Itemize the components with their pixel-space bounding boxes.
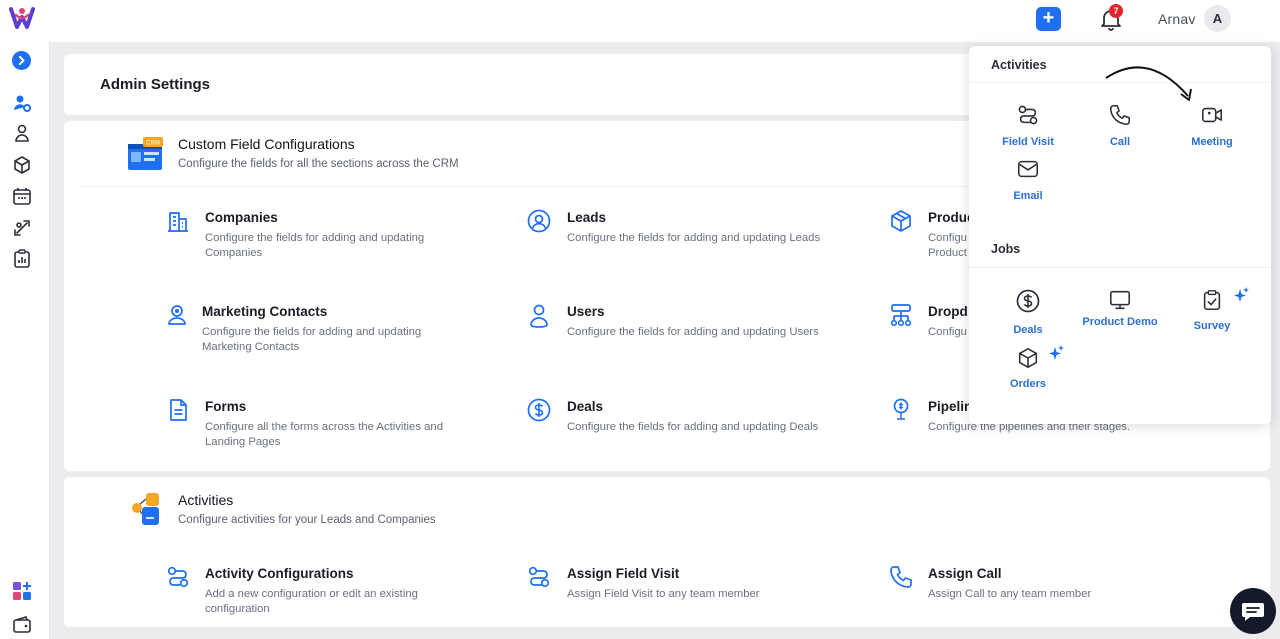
dollar-icon	[526, 397, 552, 423]
popup-item-label: Meeting	[1191, 136, 1233, 148]
video-icon	[1200, 103, 1224, 127]
item-title: Marketing Contacts	[202, 304, 328, 319]
popup-item-label: Orders	[1009, 378, 1047, 390]
item-description: Assign Field Visit to any team member	[567, 588, 760, 600]
phone-icon	[888, 564, 914, 590]
apps-icon[interactable]	[11, 580, 33, 602]
pipeline-icon	[888, 397, 914, 423]
page-title: Admin Settings	[100, 76, 211, 93]
item-title: Pipelin	[928, 399, 973, 414]
item-title: Leads	[567, 210, 607, 225]
contacts-icon[interactable]	[11, 122, 33, 144]
user-name[interactable]: Arnav	[1158, 11, 1196, 27]
chat-icon	[1242, 603, 1264, 621]
popup-item-label: Deals	[1013, 324, 1043, 336]
hierarchy-icon	[888, 302, 914, 328]
item-title: Deals	[567, 399, 604, 414]
top-bar: + 7 Arnav A	[0, 0, 1280, 42]
popup-item-label: Field Visit	[1002, 136, 1054, 148]
item-description: Configure all the forms across the Activ…	[205, 421, 443, 448]
admin-settings-icon[interactable]	[11, 92, 33, 114]
calendar-icon[interactable]	[11, 185, 33, 207]
clipboard-check-icon	[1200, 288, 1224, 312]
item-description: Configu	[928, 326, 967, 338]
sidebar	[0, 42, 50, 639]
reports-icon[interactable]	[11, 248, 33, 270]
item-title: Companies	[205, 210, 278, 225]
popup-jobs-heading: Jobs	[991, 242, 1021, 256]
curved-arrow-annotation	[1100, 58, 1200, 106]
item-description: Configure the fields for adding and upda…	[567, 421, 819, 433]
popup-activities-heading: Activities	[991, 58, 1047, 72]
item-title: Users	[567, 304, 605, 319]
sidebar-toggle-button[interactable]	[12, 51, 31, 70]
item-title: Activity Configurations	[205, 566, 354, 581]
crm-fields-icon: CRM	[127, 137, 163, 171]
user-badge-icon	[164, 302, 190, 328]
popup-item-label: Call	[1109, 136, 1131, 148]
activities-section-subtitle: Configure activities for your Leads and …	[178, 514, 436, 526]
item-description: Configure the fields for adding and upda…	[567, 326, 819, 338]
activities-section-icon	[130, 491, 162, 527]
box-icon	[1016, 346, 1040, 370]
avatar[interactable]: A	[1204, 5, 1231, 32]
box-icon	[888, 208, 914, 234]
item-description: Assign Call to any team member	[928, 588, 1092, 600]
item-description: Configu Product	[928, 232, 967, 259]
item-description: Configure the fields for adding and upda…	[202, 326, 422, 353]
products-icon[interactable]	[11, 154, 33, 176]
item-title: Assign Field Visit	[567, 566, 680, 581]
app-logo-icon[interactable]	[8, 5, 36, 33]
item-description: Configure the fields for adding and upda…	[567, 232, 821, 244]
item-title: Forms	[205, 399, 247, 414]
route-icon	[526, 564, 552, 590]
activities-section-title: Activities	[178, 492, 234, 508]
popup-item-label: Product Demo	[1082, 316, 1158, 328]
sparkle-icon	[1047, 345, 1065, 361]
user-icon	[526, 302, 552, 328]
svg-text:CRM: CRM	[146, 141, 160, 147]
integrations-icon[interactable]	[11, 217, 33, 239]
dollar-icon	[1015, 288, 1040, 313]
sparkle-icon	[1232, 287, 1250, 303]
custom-fields-title: Custom Field Configurations	[178, 136, 355, 152]
custom-fields-subtitle: Configure the fields for all the section…	[178, 158, 459, 170]
item-title: Produc	[928, 210, 975, 225]
phone-icon	[1108, 103, 1132, 127]
route-icon	[165, 564, 191, 590]
quick-add-button[interactable]: +	[1036, 7, 1061, 31]
item-title: Assign Call	[928, 566, 1002, 581]
popup-item-label: Email	[1013, 190, 1043, 202]
item-description: Add a new configuration or edit an exist…	[205, 588, 418, 615]
user-circle-icon	[526, 208, 552, 234]
monitor-icon	[1108, 288, 1132, 312]
section-divider	[80, 186, 970, 187]
item-title: Dropd	[928, 304, 968, 319]
item-description: Configure the fields for adding and upda…	[205, 232, 425, 259]
building-icon	[165, 209, 191, 235]
mail-icon	[1016, 157, 1040, 181]
popup-item-label: Survey	[1193, 320, 1231, 332]
wallet-icon[interactable]	[11, 614, 33, 636]
popup-divider	[969, 267, 1271, 268]
route-icon	[1016, 103, 1040, 127]
notification-count-badge: 7	[1109, 4, 1123, 18]
chat-support-button[interactable]	[1230, 588, 1276, 634]
document-icon	[165, 397, 191, 423]
